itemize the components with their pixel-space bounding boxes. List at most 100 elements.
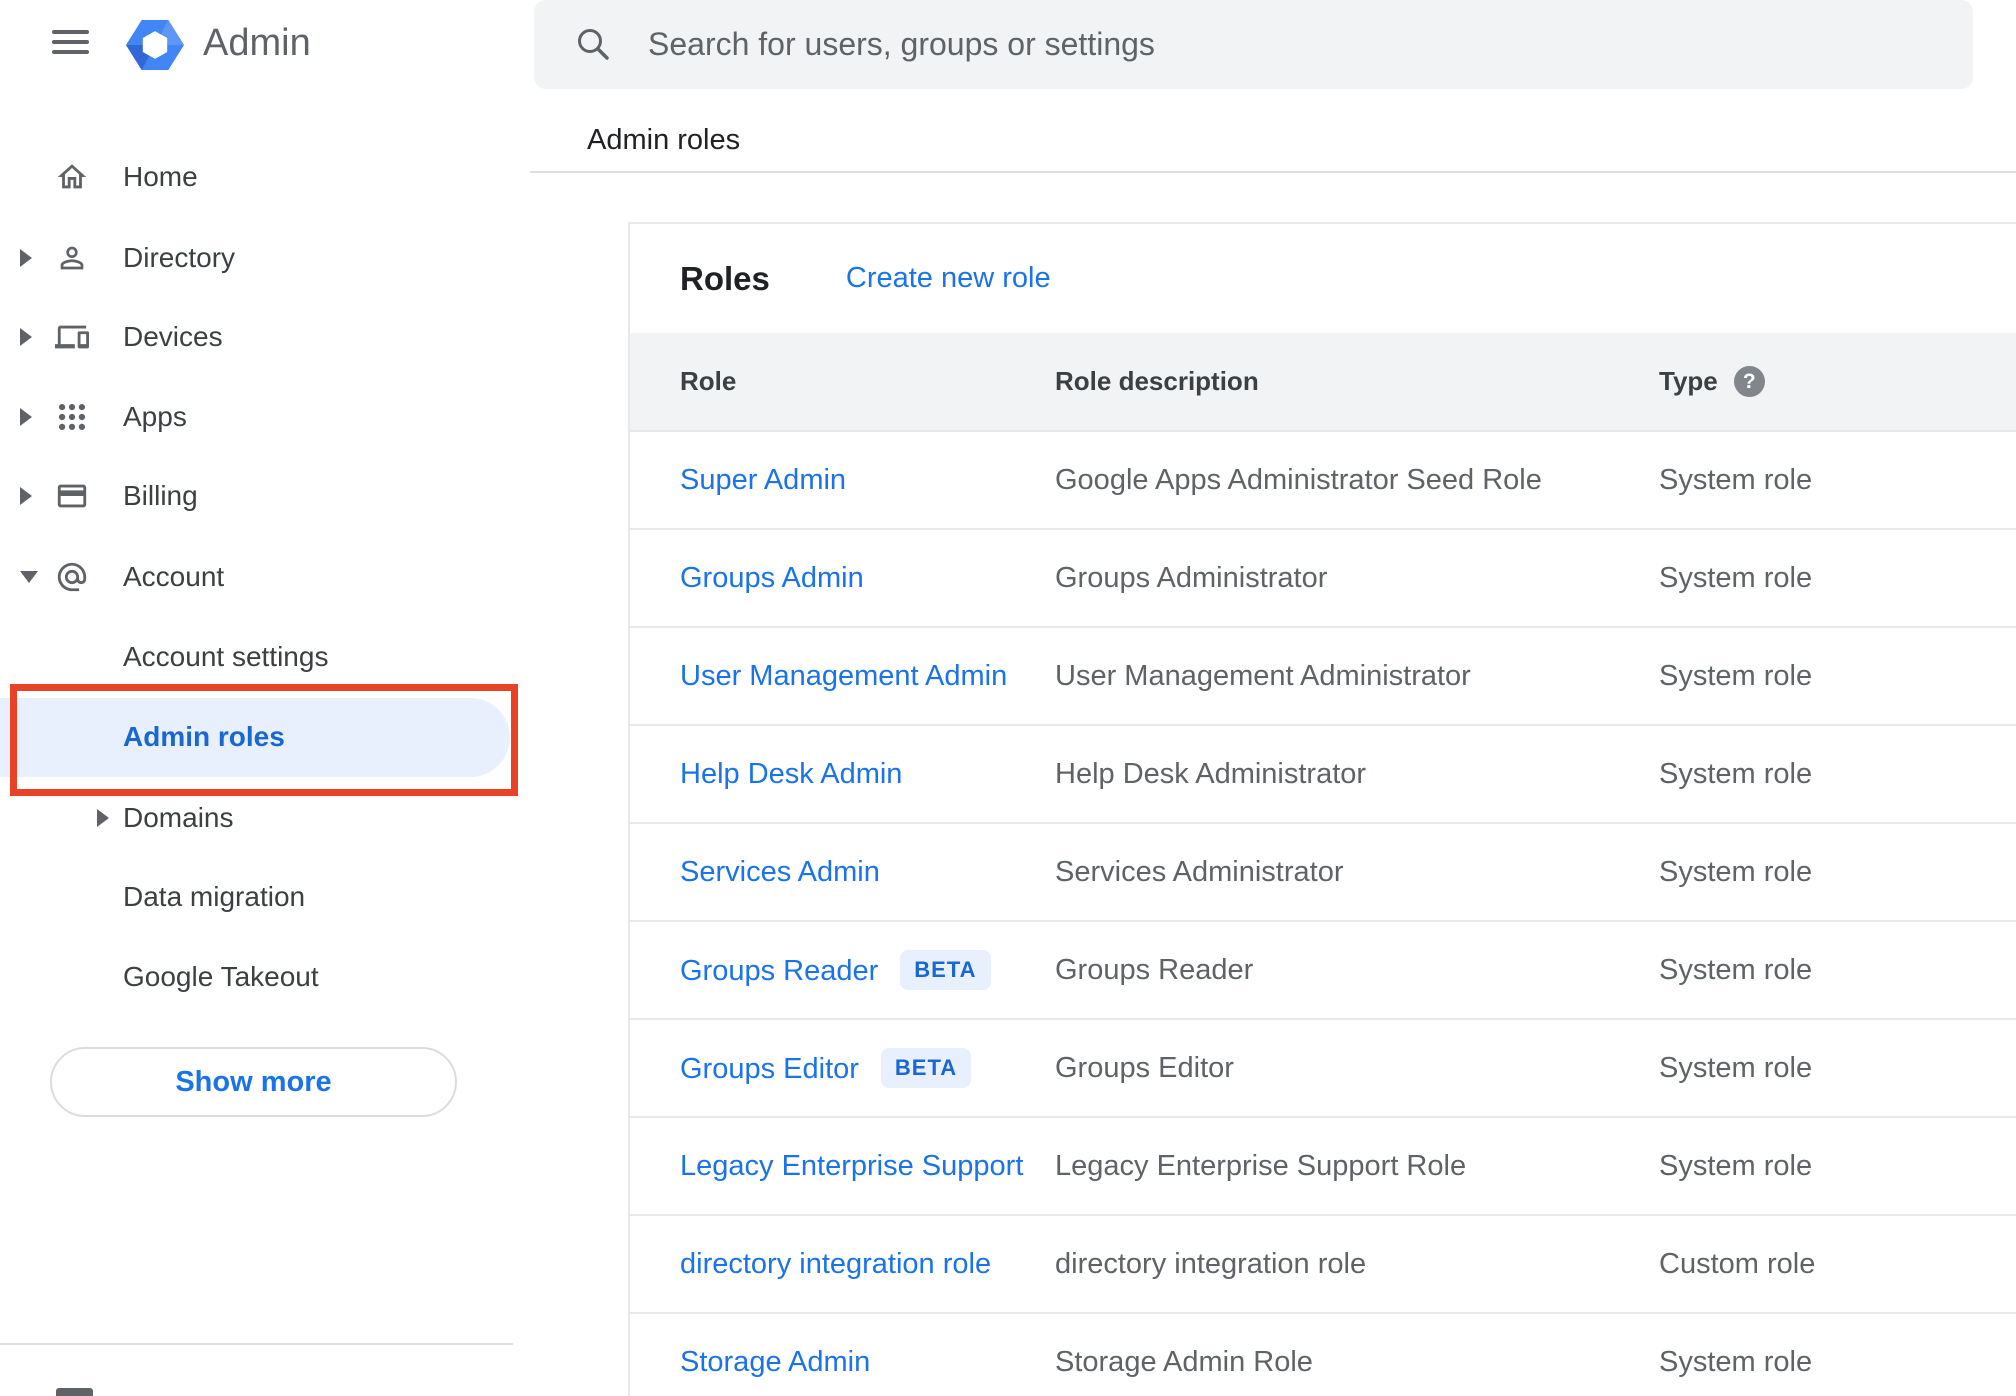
column-header-role: Role [680,366,737,396]
sidebar-item-domains[interactable]: Domains [0,778,513,858]
sidebar-item-label: Data migration [123,881,306,912]
table-row: Services Admin Services Administrator Syst… [630,822,2016,920]
table-row: Help Desk Admin Help Desk Administrator Sy… [630,724,2016,822]
role-cell: Services Admin [680,856,1055,889]
at-icon [55,560,89,594]
role-type-cell: Custom role [1659,1247,1816,1280]
menu-icon[interactable] [52,30,89,56]
card-icon [55,479,89,513]
role-link[interactable]: Legacy Enterprise Support [680,1150,1023,1182]
role-type-cell: System role [1659,561,1813,594]
role-type-cell: System role [1659,463,1813,496]
roles-card: Roles Create new role Role Role descript… [628,222,2016,1396]
table-row: Groups Reader BETA Groups Reader System rol… [630,920,2016,1018]
sidebar-item-label: Home [123,161,198,192]
role-type-cell: System role [1659,1345,1813,1378]
role-type-cell: System role [1659,953,1813,986]
chevron-right-icon [20,328,32,346]
sidebar-item-home[interactable]: Home [0,137,513,217]
sidebar-item-admin-roles[interactable]: Admin roles [0,697,513,777]
sidebar-bottom-divider [0,1343,513,1345]
home-icon [55,160,89,194]
chevron-right-icon [20,249,32,267]
role-description-cell: Google Apps Administrator Seed Role [1055,463,1542,496]
breadcrumb-divider [530,171,2016,173]
sidebar-item-account-settings[interactable]: Account settings [0,617,513,697]
role-link[interactable]: Services Admin [680,856,880,888]
role-description-cell: directory integration role [1055,1247,1367,1280]
role-link[interactable]: Help Desk Admin [680,758,902,790]
sidebar-item-label: Account [123,561,225,592]
chevron-right-icon [20,408,32,426]
role-type-cell: System role [1659,1051,1813,1084]
table-body: Super Admin Google Apps Administrator See… [630,430,2016,1396]
google-admin-console: Admin Admin roles Home Directory Devices Ap… [0,0,2016,1396]
sidebar-item-label: Account settings [123,641,329,672]
role-description-cell: Help Desk Administrator [1055,757,1367,790]
chevron-right-icon [20,487,32,505]
sidebar-item-label: Apps [123,401,187,432]
sidebar-item-label: Devices [123,321,223,352]
table-row: User Management Admin User Management Adm… [630,626,2016,724]
role-cell: Storage Admin [680,1346,1055,1379]
role-cell: Help Desk Admin [680,758,1055,791]
table-header-row: Role Role description Type ? [630,333,2016,430]
sidebar-item-google-takeout[interactable]: Google Takeout [0,937,513,1017]
admin-logo-icon [126,20,184,70]
table-row: Groups Admin Groups Administrator System r… [630,528,2016,626]
role-description-cell: User Management Administrator [1055,659,1471,692]
sidebar-item-data-migration[interactable]: Data migration [0,857,513,937]
role-link[interactable]: User Management Admin [680,660,1007,692]
role-description-cell: Services Administrator [1055,855,1344,888]
role-cell: directory integration role [680,1248,1055,1281]
sidebar-item-account[interactable]: Account [0,537,513,617]
role-link[interactable]: Groups Editor [680,1053,859,1085]
search-bar[interactable] [534,0,1973,89]
roles-card-header: Roles Create new role [630,224,2016,333]
beta-badge: BETA [900,950,991,990]
role-description-cell: Groups Editor [1055,1051,1234,1084]
role-type-cell: System role [1659,1149,1813,1182]
show-more-button[interactable]: Show more [50,1047,457,1117]
role-cell: Legacy Enterprise Support [680,1150,1055,1183]
sidebar-item-label: Directory [123,242,236,273]
table-row: Groups Editor BETA Groups Editor System rol… [630,1018,2016,1116]
table-row: Legacy Enterprise Support Legacy Enterpri… [630,1116,2016,1214]
brand-title: Admin [203,22,311,64]
page-title: Roles [680,259,770,297]
sidebar-item-apps[interactable]: Apps [0,377,513,457]
beta-badge: BETA [880,1048,972,1088]
sidebar-item-devices[interactable]: Devices [0,297,513,377]
sidebar-item-label: Domains [123,802,234,833]
role-description-cell: Groups Administrator [1055,561,1328,594]
role-type-cell: System role [1659,757,1813,790]
sidebar-item-label: Billing [123,480,198,511]
person-icon [55,241,89,275]
chevron-down-icon [20,571,38,583]
create-new-role-link[interactable]: Create new role [846,262,1051,295]
role-description-cell: Storage Admin Role [1055,1345,1313,1378]
search-input[interactable] [648,0,1928,89]
role-description-cell: Legacy Enterprise Support Role [1055,1149,1467,1182]
role-link[interactable]: Groups Admin [680,562,864,594]
sidebar-item-billing[interactable]: Billing [0,456,513,536]
role-link[interactable]: Super Admin [680,464,846,496]
column-header-type: Type ? [1659,366,2016,397]
search-icon [578,29,609,60]
table-row: directory integration role directory inte… [630,1214,2016,1312]
table-row: Storage Admin Storage Admin Role System ro… [630,1312,2016,1396]
sidebar-item-directory[interactable]: Directory [0,218,513,298]
role-link[interactable]: Groups Reader [680,955,878,987]
role-cell: Super Admin [680,464,1055,497]
role-link[interactable]: directory integration role [680,1248,991,1280]
table-row: Super Admin Google Apps Administrator See… [630,430,2016,528]
role-link[interactable]: Storage Admin [680,1346,870,1378]
column-header-role-description: Role description [1055,366,1259,396]
help-icon[interactable]: ? [1733,366,1765,397]
role-cell: Groups Editor BETA [680,1048,1055,1088]
devices-icon [55,320,89,354]
breadcrumb: Admin roles [587,124,741,156]
role-type-cell: System role [1659,659,1813,692]
role-type-cell: System role [1659,855,1813,888]
sidebar-item-label: Google Takeout [123,961,319,992]
